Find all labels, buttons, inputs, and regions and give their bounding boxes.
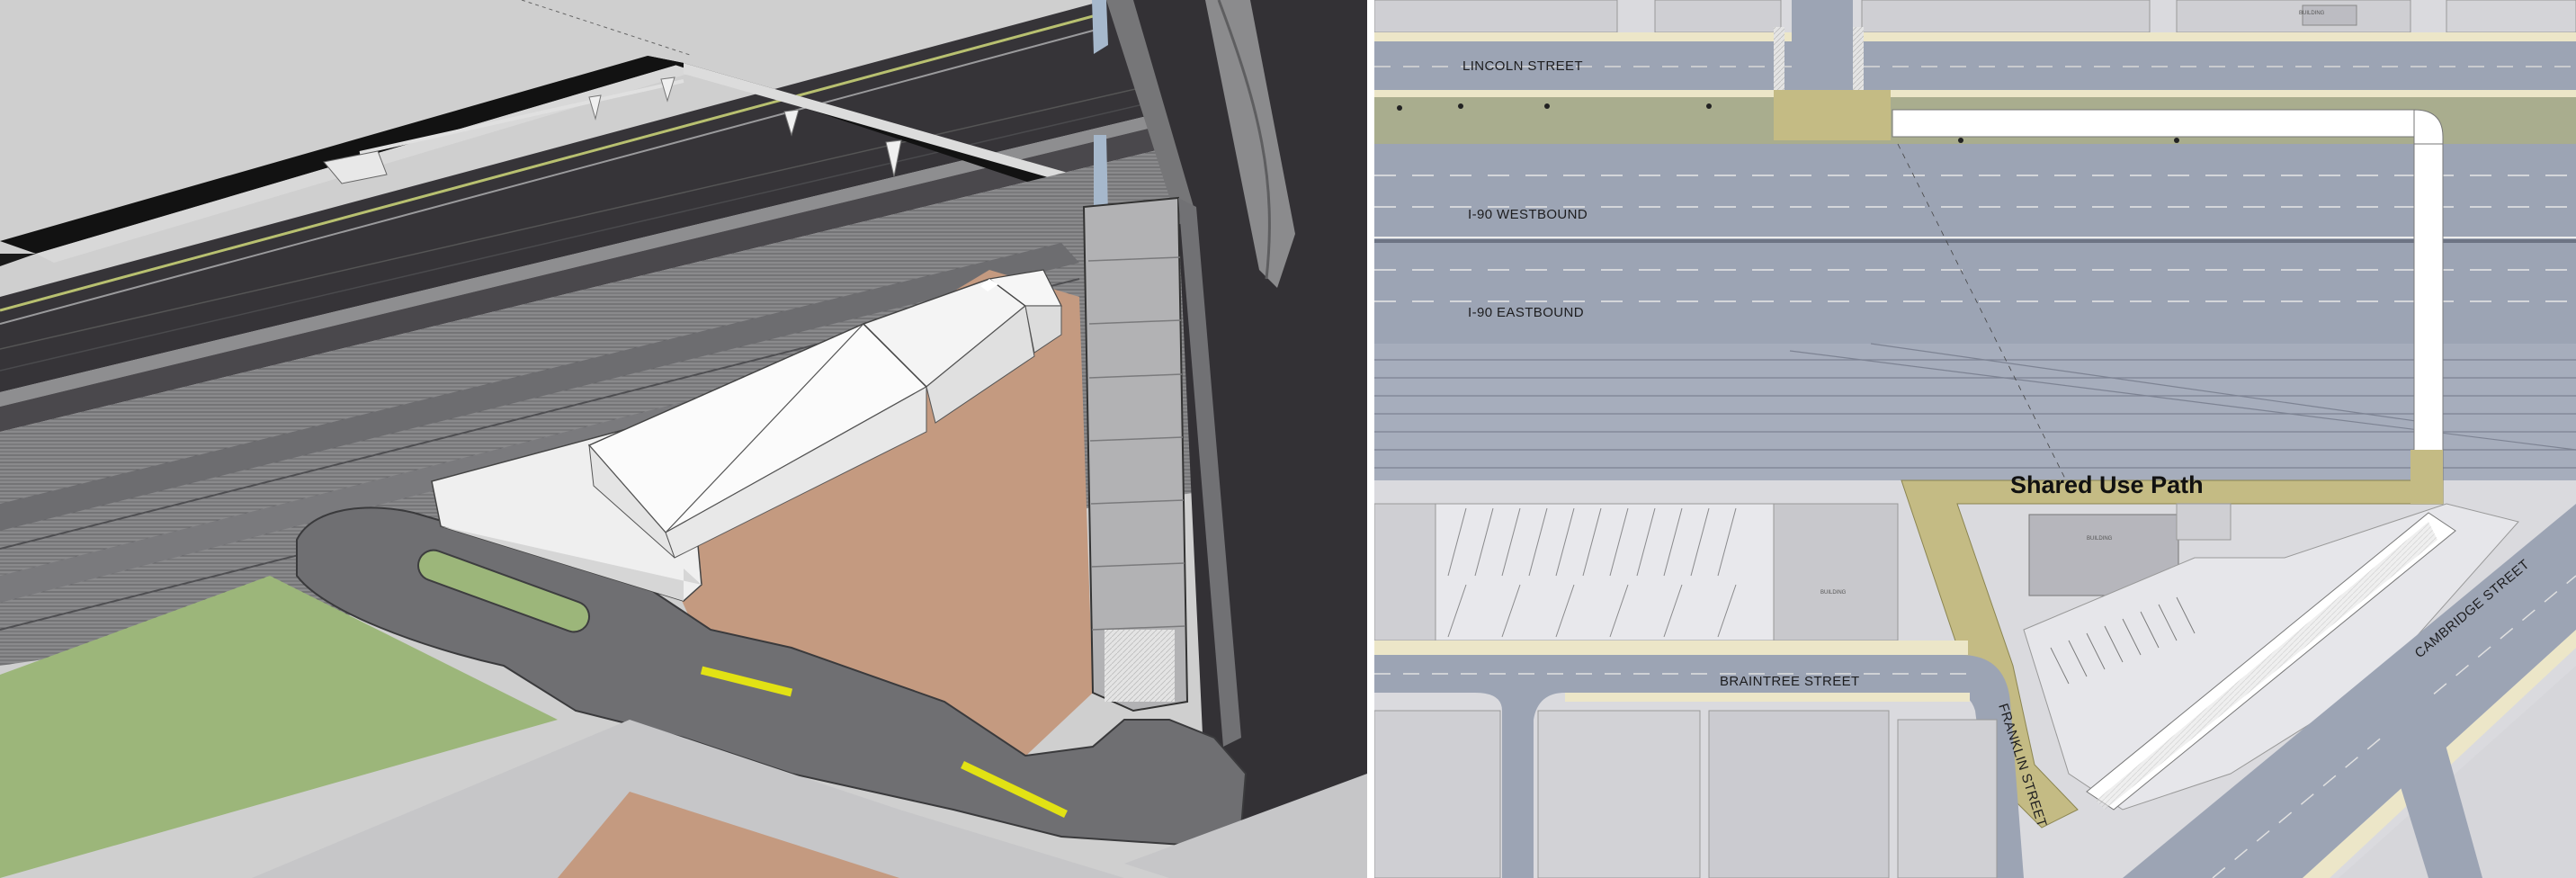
panel-divider — [1367, 0, 1374, 878]
plan-building — [1773, 503, 1899, 641]
parking-lot — [1435, 503, 1775, 641]
braintree-street-label: BRAINTREE STREET — [1720, 674, 1860, 689]
building-label: BUILDING — [2299, 11, 2325, 16]
rail-yard — [1374, 344, 2576, 480]
rendering-panel — [0, 0, 1367, 878]
shared-use-path-east — [2413, 143, 2444, 481]
lincoln-street-label: LINCOLN STREET — [1462, 58, 1583, 74]
path-crossing — [1774, 90, 1891, 140]
shared-use-path-north — [1892, 109, 2415, 138]
i90-eastbound-label: I-90 EASTBOUND — [1468, 305, 1584, 320]
figure: BUILDING LINCOLN STREET I-90 WESTBOUND I… — [0, 0, 2576, 878]
plan-building — [2176, 0, 2411, 33]
plan-building — [1708, 710, 1890, 878]
svg-text:BUILDING: BUILDING — [2087, 536, 2113, 542]
site-plan-panel: BUILDING LINCOLN STREET I-90 WESTBOUND I… — [1374, 0, 2576, 878]
i90-westbound-label: I-90 WESTBOUND — [1468, 207, 1588, 222]
plan-building — [1374, 710, 1501, 878]
plan-building — [1861, 0, 2151, 33]
plan-building — [1374, 0, 1618, 33]
svg-text:BUILDING: BUILDING — [1820, 590, 1847, 596]
plan-building — [1897, 719, 1998, 878]
plan-building — [1537, 710, 1701, 878]
plan-building — [1654, 0, 1782, 33]
shared-use-path-label: Shared Use Path — [2010, 471, 2204, 498]
